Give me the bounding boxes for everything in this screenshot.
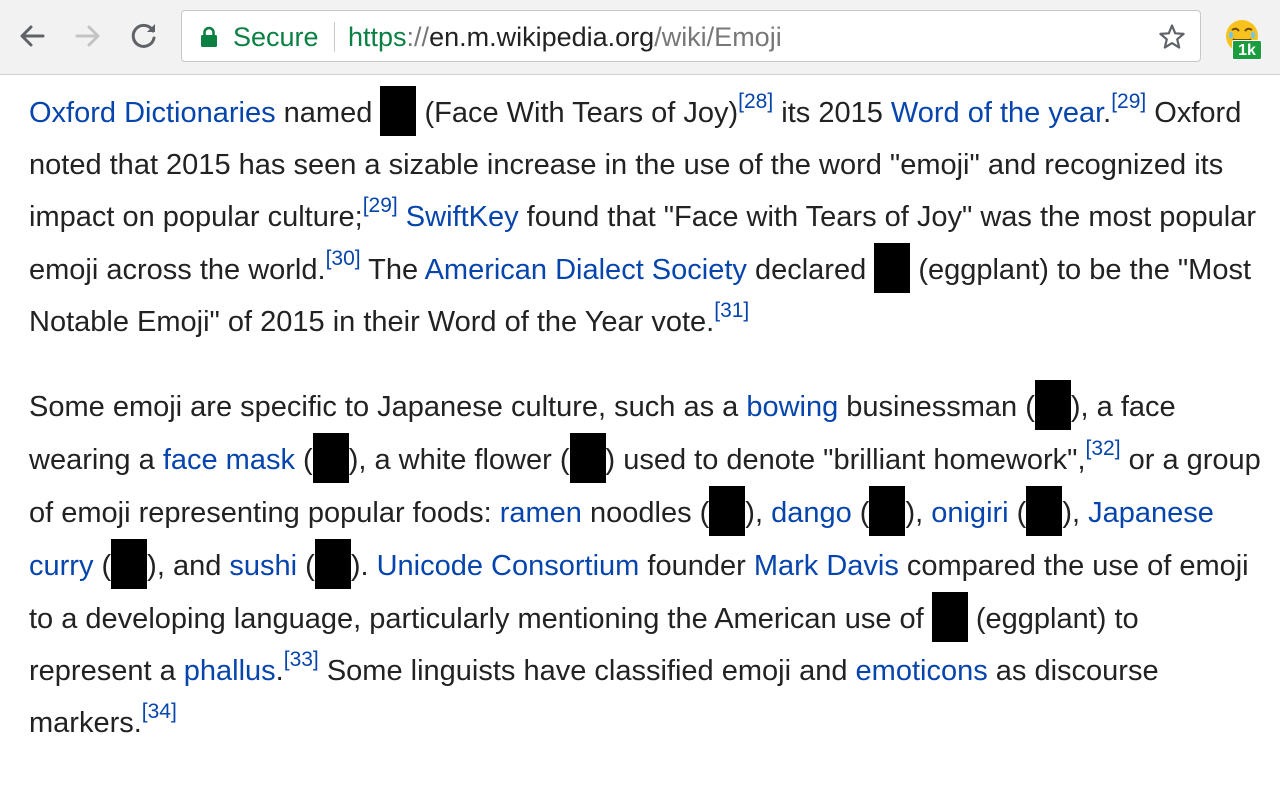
reference-link[interactable]: [33]: [284, 648, 319, 671]
text-segment: .: [275, 655, 284, 687]
text-segment: ), a white flower (: [348, 444, 570, 476]
secure-label: Secure: [233, 22, 319, 52]
text-segment: (: [294, 444, 313, 476]
paragraph-1: Oxford Dictionaries named (Face With Tea…: [29, 86, 1269, 348]
reference-29: [29]: [363, 194, 398, 217]
forward-arrow-icon: [75, 25, 100, 47]
omnibox-divider: [334, 22, 335, 52]
text-segment: (: [297, 550, 315, 582]
text-segment: declared: [746, 254, 875, 286]
link-sushi[interactable]: sushi: [229, 550, 297, 582]
emoji-eggplant-icon: [931, 592, 968, 642]
link-unicode-consortium[interactable]: Unicode Consortium: [377, 550, 640, 582]
reload-icon: [131, 23, 156, 48]
link-bowing[interactable]: bowing: [746, 391, 838, 423]
link-american-dialect-society[interactable]: American Dialect Society: [425, 254, 747, 286]
text-segment: .: [1103, 97, 1112, 129]
reference-link[interactable]: [34]: [142, 700, 177, 723]
emoji-face-mask-icon: [312, 433, 349, 483]
reference-link[interactable]: [29]: [363, 194, 398, 217]
reference-32: [32]: [1086, 437, 1121, 460]
link-onigiri[interactable]: onigiri: [931, 497, 1008, 529]
emoji-dango-icon: [869, 486, 906, 536]
reference-33: [33]: [284, 648, 319, 671]
reference-link[interactable]: [32]: [1086, 437, 1121, 460]
text-segment: (: [93, 550, 112, 582]
reference-link[interactable]: [29]: [1111, 90, 1146, 113]
text-segment: ),: [745, 497, 772, 529]
emoji-curry-icon: [111, 539, 148, 589]
reference-link[interactable]: [31]: [714, 299, 749, 322]
text-segment: (Face With Tears of Joy): [416, 97, 739, 129]
text-segment: The: [360, 254, 425, 286]
link-oxford-dictionaries[interactable]: Oxford Dictionaries: [29, 97, 276, 129]
emoji-bowing-businessman-icon: [1034, 380, 1071, 430]
forward-button[interactable]: [68, 16, 108, 56]
link-swiftkey[interactable]: SwiftKey: [406, 201, 519, 233]
text-segment: (: [851, 497, 870, 529]
text-segment: ),: [1062, 497, 1089, 529]
text-segment: Some emoji are specific to Japanese cult…: [29, 391, 747, 423]
reference-link[interactable]: [28]: [738, 90, 773, 113]
reference-31: [31]: [714, 299, 749, 322]
emoji-eggplant-icon: [874, 243, 911, 293]
text-segment: ).: [350, 550, 377, 582]
star-icon[interactable]: [1158, 23, 1186, 51]
url-separator: ://: [406, 22, 430, 52]
text-segment: ) used to denote "brilliant homework",: [605, 444, 1086, 476]
text-segment: (: [1008, 497, 1027, 529]
emoji-onigiri-icon: [1026, 486, 1063, 536]
back-arrow-icon: [20, 25, 45, 47]
article-content: Oxford Dictionaries named (Face With Tea…: [29, 86, 1269, 749]
link-dango[interactable]: dango: [771, 497, 852, 529]
link-emoticons[interactable]: emoticons: [856, 655, 988, 687]
text-segment: Some linguists have classified emoji and: [318, 655, 856, 687]
text-segment: founder: [639, 550, 754, 582]
emoji-sushi-icon: [314, 539, 351, 589]
lock-icon: [201, 26, 217, 47]
reference-29: [29]: [1111, 90, 1146, 113]
url-path: /wiki/Emoji: [654, 22, 782, 52]
reference-34: [34]: [142, 700, 177, 723]
text-segment: noodles (: [581, 497, 710, 529]
emoji-white-flower-icon: [569, 433, 606, 483]
link-word-of-the-year[interactable]: Word of the year: [891, 97, 1103, 129]
paragraph-2: Some emoji are specific to Japanese cult…: [29, 380, 1269, 749]
url-host: en.m.wikipedia.org: [429, 22, 655, 52]
address-bar[interactable]: Secure https://en.m.wikipedia.org/wiki/E…: [181, 10, 1201, 62]
text-segment: [398, 201, 406, 233]
text-segment: businessman (: [838, 391, 1035, 423]
extension-badge: 1k: [1232, 40, 1262, 60]
link-phallus[interactable]: phallus: [184, 655, 276, 687]
reload-button[interactable]: [124, 16, 164, 56]
url-text[interactable]: https://en.m.wikipedia.org/wiki/Emoji: [348, 21, 782, 53]
url-scheme: https: [348, 22, 407, 52]
emoji-ramen-icon: [709, 486, 746, 536]
text-segment: ), and: [147, 550, 230, 582]
text-segment: named: [275, 97, 381, 129]
link-mark-davis[interactable]: Mark Davis: [754, 550, 899, 582]
link-ramen[interactable]: ramen: [500, 497, 582, 529]
text-segment: ),: [905, 497, 932, 529]
reference-link[interactable]: [30]: [326, 247, 361, 270]
reference-30: [30]: [326, 247, 361, 270]
text-segment: its 2015: [773, 97, 891, 129]
back-button[interactable]: [12, 16, 52, 56]
browser-toolbar: Secure https://en.m.wikipedia.org/wiki/E…: [0, 0, 1280, 75]
reference-28: [28]: [738, 90, 773, 113]
link-face-mask[interactable]: face mask: [163, 444, 295, 476]
emoji-face-with-tears-of-joy-icon: [380, 86, 417, 136]
